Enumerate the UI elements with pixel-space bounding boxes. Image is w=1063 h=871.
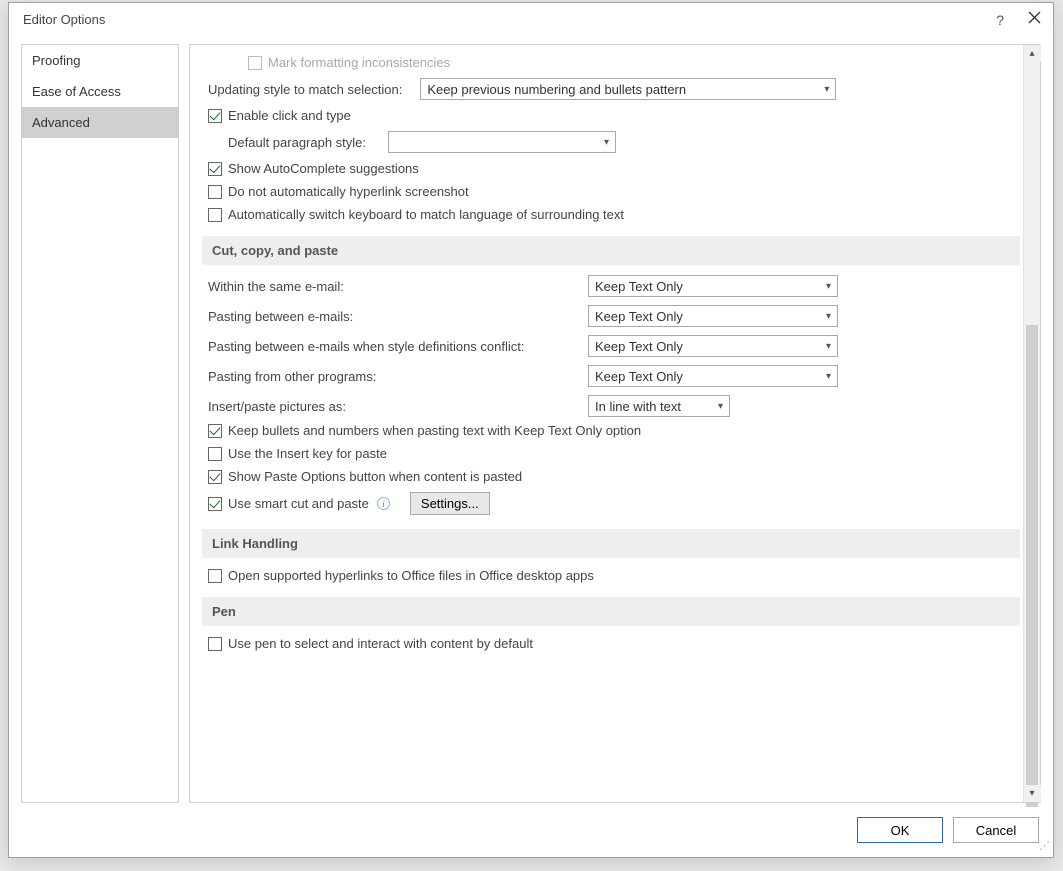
checkbox-show-paste-options[interactable] [208,470,222,484]
select-between-conflict[interactable]: Keep Text Only ▾ [588,335,838,357]
select-value: Keep Text Only [595,309,683,324]
label-within-same: Within the same e-mail: [208,279,588,294]
resize-grip-icon[interactable]: ⋰ [1039,843,1051,855]
label-no-auto-hyperlink: Do not automatically hyperlink screensho… [228,184,469,199]
sidebar-item-label: Advanced [32,115,90,130]
option-default-paragraph: Default paragraph style: ▾ [208,131,1008,153]
label-insert-pictures: Insert/paste pictures as: [208,399,588,414]
content-scroll: Mark formatting inconsistencies Updating… [190,45,1040,802]
option-use-pen: Use pen to select and interact with cont… [208,636,1008,651]
category-sidebar: Proofing Ease of Access Advanced [21,44,179,803]
label-mark-formatting: Mark formatting inconsistencies [268,55,450,70]
scroll-down-icon[interactable]: ▾ [1024,785,1041,802]
ok-button[interactable]: OK [857,817,943,843]
checkbox-no-auto-hyperlink[interactable] [208,185,222,199]
label-auto-switch-keyboard: Automatically switch keyboard to match l… [228,207,624,222]
close-icon[interactable] [1028,11,1041,28]
chevron-down-icon: ▾ [718,401,723,412]
label-use-pen: Use pen to select and interact with cont… [228,636,533,651]
label-open-supported-links: Open supported hyperlinks to Office file… [228,568,594,583]
checkbox-open-supported-links[interactable] [208,569,222,583]
option-keep-bullets: Keep bullets and numbers when pasting te… [208,423,1008,438]
scroll-up-icon[interactable]: ▴ [1024,45,1041,62]
label-enable-click-type: Enable click and type [228,108,351,123]
checkbox-smart-cut-paste[interactable] [208,497,222,511]
label-show-autocomplete: Show AutoComplete suggestions [228,161,419,176]
option-open-supported-links: Open supported hyperlinks to Office file… [208,568,1008,583]
checkbox-enable-click-type[interactable] [208,109,222,123]
chevron-down-icon: ▾ [826,311,831,322]
chevron-down-icon: ▾ [826,281,831,292]
dialog-body: Proofing Ease of Access Advanced Mark fo… [9,34,1053,807]
chevron-down-icon: ▾ [826,371,831,382]
option-no-auto-hyperlink: Do not automatically hyperlink screensho… [208,184,1008,199]
checkbox-mark-formatting [248,56,262,70]
select-updating-style[interactable]: Keep previous numbering and bullets patt… [420,78,836,100]
content-panel: Mark formatting inconsistencies Updating… [189,44,1041,803]
option-updating-style: Updating style to match selection: Keep … [208,78,1008,100]
sidebar-item-advanced[interactable]: Advanced [22,107,178,138]
select-within-same[interactable]: Keep Text Only ▾ [588,275,838,297]
paste-options-grid: Within the same e-mail: Keep Text Only ▾… [208,275,1008,417]
scrollbar[interactable]: ▴ ▾ [1023,45,1040,802]
section-link-handling: Link Handling [202,529,1020,558]
option-show-paste-options: Show Paste Options button when content i… [208,469,1008,484]
checkbox-use-pen[interactable] [208,637,222,651]
label-other-programs: Pasting from other programs: [208,369,588,384]
option-show-autocomplete: Show AutoComplete suggestions [208,161,1008,176]
select-value: In line with text [595,399,681,414]
select-value: Keep Text Only [595,369,683,384]
dialog-title: Editor Options [23,12,105,27]
option-auto-switch-keyboard: Automatically switch keyboard to match l… [208,207,1008,222]
select-other-programs[interactable]: Keep Text Only ▾ [588,365,838,387]
section-pen: Pen [202,597,1020,626]
checkbox-show-autocomplete[interactable] [208,162,222,176]
cancel-button[interactable]: Cancel [953,817,1039,843]
select-value: Keep previous numbering and bullets patt… [427,82,686,97]
scroll-thumb[interactable] [1026,325,1038,807]
help-icon[interactable]: ? [996,12,1004,28]
sidebar-item-label: Ease of Access [32,84,121,99]
sidebar-item-proofing[interactable]: Proofing [22,45,178,76]
label-between: Pasting between e-mails: [208,309,588,324]
chevron-down-icon: ▾ [826,341,831,352]
select-default-paragraph[interactable]: ▾ [388,131,616,153]
label-between-conflict: Pasting between e-mails when style defin… [208,339,588,354]
label-default-paragraph: Default paragraph style: [228,135,366,150]
sidebar-item-ease-of-access[interactable]: Ease of Access [22,76,178,107]
select-between[interactable]: Keep Text Only ▾ [588,305,838,327]
checkbox-auto-switch-keyboard[interactable] [208,208,222,222]
checkbox-keep-bullets[interactable] [208,424,222,438]
window-controls: ? [996,11,1041,28]
sidebar-item-label: Proofing [32,53,80,68]
chevron-down-icon: ▾ [604,137,609,148]
editor-options-dialog: Editor Options ? Proofing Ease of Access… [8,2,1054,858]
select-insert-pictures[interactable]: In line with text ▾ [588,395,730,417]
label-use-insert-key: Use the Insert key for paste [228,446,387,461]
option-mark-formatting: Mark formatting inconsistencies [208,55,1008,70]
label-updating-style: Updating style to match selection: [208,82,402,97]
option-enable-click-type: Enable click and type [208,108,1008,123]
option-use-insert-key: Use the Insert key for paste [208,446,1008,461]
label-smart-cut-paste: Use smart cut and paste [228,496,369,511]
titlebar: Editor Options ? [9,3,1053,34]
select-value: Keep Text Only [595,339,683,354]
select-value: Keep Text Only [595,279,683,294]
section-cut-copy-paste: Cut, copy, and paste [202,236,1020,265]
chevron-down-icon: ▾ [824,84,829,95]
settings-button[interactable]: Settings... [410,492,490,515]
label-keep-bullets: Keep bullets and numbers when pasting te… [228,423,641,438]
checkbox-use-insert-key[interactable] [208,447,222,461]
label-show-paste-options: Show Paste Options button when content i… [228,469,522,484]
dialog-footer: OK Cancel [9,807,1053,857]
info-icon[interactable]: i [377,497,390,510]
option-smart-cut-paste: Use smart cut and paste i Settings... [208,492,1008,515]
